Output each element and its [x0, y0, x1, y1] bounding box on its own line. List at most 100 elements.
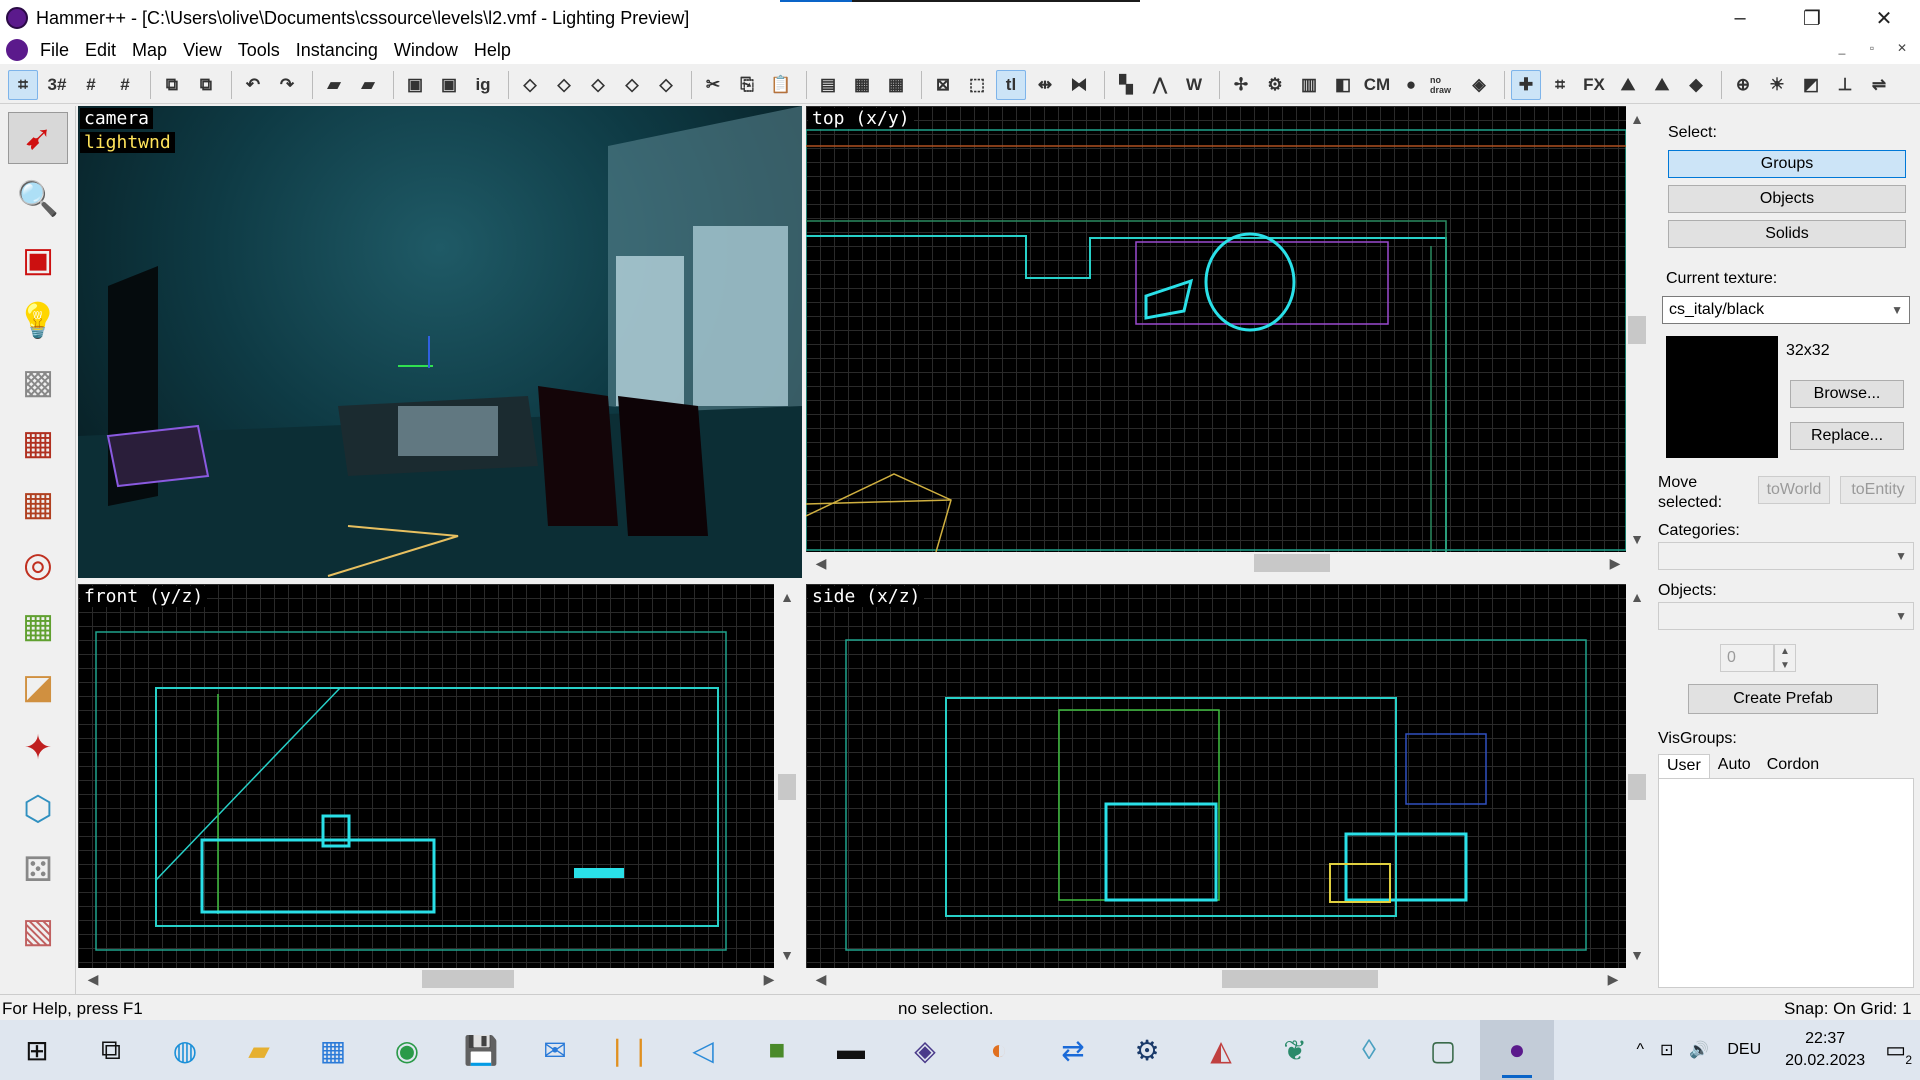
menu-file[interactable]: File [32, 36, 77, 64]
edge-icon[interactable]: ◍ [148, 1020, 222, 1080]
tool-p-icon[interactable]: ⇌ [1864, 70, 1894, 100]
scroll-right-icon[interactable]: ▶ [1604, 552, 1626, 574]
entity-tool-icon[interactable]: 💡 [8, 295, 68, 347]
top-viewport[interactable]: top (x/y) [806, 106, 1626, 552]
camera-viewport[interactable]: camera lightwnd [78, 106, 802, 578]
show-icon[interactable]: ▣ [434, 70, 464, 100]
undo-icon[interactable]: ↶ [238, 70, 268, 100]
categories-dropdown[interactable]: ▼ [1658, 542, 1914, 570]
tool-f-icon[interactable]: ◈ [1464, 70, 1494, 100]
volume-icon[interactable]: 🔊 [1689, 1040, 1709, 1060]
magnify-tool-icon[interactable]: 🔍 [8, 173, 68, 225]
hammer-active-icon[interactable]: ● [1480, 1020, 1554, 1080]
terminal-icon[interactable]: ▬ [814, 1020, 888, 1080]
start-button-icon[interactable]: ⊞ [0, 1020, 74, 1080]
tool-h-icon[interactable]: ⌗ [1545, 70, 1575, 100]
toggle-b-icon[interactable]: ▦ [847, 70, 877, 100]
app-orange-icon[interactable]: ❘❘ [592, 1020, 666, 1080]
visgroups-list[interactable] [1658, 778, 1914, 988]
language-indicator[interactable]: DEU [1727, 1041, 1761, 1059]
menu-help[interactable]: Help [466, 36, 519, 64]
teamviewer-icon[interactable]: ⇄ [1036, 1020, 1110, 1080]
spinner-arrows[interactable]: ▲ ▼ [1774, 644, 1796, 672]
cm-icon[interactable]: CM [1362, 70, 1392, 100]
minecraft-icon[interactable]: ■ [740, 1020, 814, 1080]
front-horizontal-scrollbar[interactable]: ◀ ▶ [78, 968, 798, 990]
browse-button[interactable]: Browse... [1790, 380, 1904, 408]
selection-tool-icon[interactable]: ➹ [8, 112, 68, 164]
scroll-thumb[interactable] [778, 774, 796, 800]
chrome-icon[interactable]: ◉ [370, 1020, 444, 1080]
side-viewport[interactable]: side (x/z) [806, 584, 1626, 968]
steam-icon[interactable]: ⚙ [1110, 1020, 1184, 1080]
front-viewport[interactable]: front (y/z) [78, 584, 774, 968]
toggle-a-icon[interactable]: ▤ [813, 70, 843, 100]
mdi-minimize-button[interactable]: _ [1832, 38, 1852, 58]
scroll-down-icon[interactable]: ▼ [1626, 528, 1648, 550]
menu-instancing[interactable]: Instancing [288, 36, 386, 64]
rotate-icon[interactable]: ◇ [617, 70, 647, 100]
flip-y-icon[interactable]: ◇ [549, 70, 579, 100]
scroll-right-icon[interactable]: ▶ [1602, 968, 1624, 990]
cordon-tool-icon[interactable]: ⚄ [8, 844, 68, 896]
fx-icon[interactable]: FX [1579, 70, 1609, 100]
tool-g-icon[interactable]: ✚ [1511, 69, 1541, 100]
notification-center-icon[interactable]: ▭ 2 [1885, 1037, 1912, 1067]
tool-k-icon[interactable]: ◆ [1681, 70, 1711, 100]
network-icon[interactable]: ⊡ [1660, 1040, 1673, 1060]
tool-a-icon[interactable]: ✢ [1226, 70, 1256, 100]
grid-toggle-icon[interactable]: ⌗ [8, 69, 38, 100]
clip-icon[interactable]: ⧓ [1064, 70, 1094, 100]
select-box-icon[interactable]: ⊠ [928, 70, 958, 100]
texture-lock-icon[interactable]: tl [996, 69, 1026, 100]
block-tool-icon[interactable]: ▩ [8, 356, 68, 408]
scale-icon[interactable]: ◇ [651, 70, 681, 100]
tool-d-icon[interactable]: ◧ [1328, 70, 1358, 100]
document-icon[interactable] [6, 39, 28, 61]
ig-icon[interactable]: ig [468, 70, 498, 100]
toggle-c-icon[interactable]: ▦ [881, 70, 911, 100]
app-anime-icon[interactable]: ◭ [1184, 1020, 1258, 1080]
move-arrows-icon[interactable]: ⇹ [1030, 70, 1060, 100]
front-vertical-scrollbar[interactable]: ▲ ▼ [776, 584, 798, 968]
side-vertical-scrollbar[interactable]: ▲ ▼ [1626, 584, 1648, 968]
create-prefab-button[interactable]: Create Prefab [1688, 684, 1878, 714]
current-texture-dropdown[interactable]: cs_italy/black ▼ [1662, 296, 1910, 324]
camera-tool-icon[interactable]: ▣ [8, 234, 68, 286]
tool-n-icon[interactable]: ◩ [1796, 70, 1826, 100]
front-viewport-label[interactable]: front (y/z) [80, 586, 208, 607]
file-explorer-icon[interactable]: ▰ [222, 1020, 296, 1080]
mail-icon[interactable]: ✉ [518, 1020, 592, 1080]
sculpt-tool-icon[interactable]: ▧ [8, 905, 68, 957]
task-view-icon[interactable]: ⧉ [74, 1020, 148, 1080]
menu-map[interactable]: Map [124, 36, 175, 64]
vis-b-icon[interactable]: ⋀ [1145, 70, 1175, 100]
scroll-down-icon[interactable]: ▼ [1626, 944, 1648, 966]
select-groups-button[interactable]: Groups [1668, 150, 1906, 178]
menu-tools[interactable]: Tools [230, 36, 288, 64]
tool-o-icon[interactable]: ⊥ [1830, 70, 1860, 100]
clock[interactable]: 22:37 20.02.2023 [1785, 1028, 1865, 1072]
redo-icon[interactable]: ↷ [272, 70, 302, 100]
grid-3d-icon[interactable]: 3# [42, 70, 72, 100]
app-ball-icon[interactable]: ◈ [888, 1020, 962, 1080]
overlay-tool-icon[interactable]: ▦ [8, 600, 68, 652]
to-world-button[interactable]: toWorld [1758, 476, 1830, 504]
select-dashed-icon[interactable]: ⬚ [962, 70, 992, 100]
menu-view[interactable]: View [175, 36, 230, 64]
tab-cordon[interactable]: Cordon [1759, 754, 1827, 778]
hammer-app-icon[interactable] [6, 7, 28, 29]
scroll-thumb[interactable] [422, 970, 514, 988]
cut-icon[interactable]: ✂ [698, 70, 728, 100]
top-viewport-label[interactable]: top (x/y) [808, 108, 914, 129]
clipping-tool-icon[interactable]: ◪ [8, 661, 68, 713]
flip-x-icon[interactable]: ◇ [515, 70, 545, 100]
copy-icon[interactable]: ⎘ [732, 70, 762, 100]
group-icon[interactable]: ⧉ [157, 70, 187, 100]
to-entity-button[interactable]: toEntity [1840, 476, 1916, 504]
menu-window[interactable]: Window [386, 36, 466, 64]
grid-larger-icon[interactable]: # [110, 70, 140, 100]
save-app-icon[interactable]: 💾 [444, 1020, 518, 1080]
tool-e-icon[interactable]: ● [1396, 70, 1426, 100]
tool-b-icon[interactable]: ⚙ [1260, 70, 1290, 100]
